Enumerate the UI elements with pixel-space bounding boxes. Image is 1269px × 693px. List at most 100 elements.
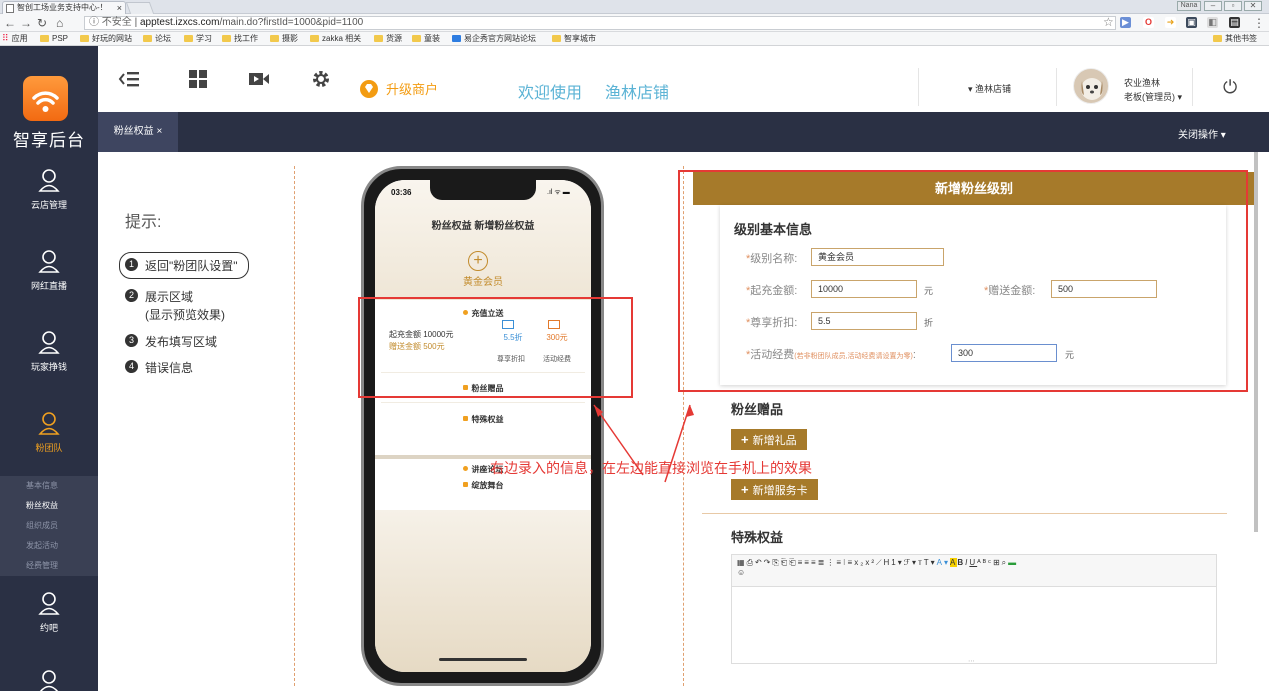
phone-section-stage: 绽放舞台 xyxy=(375,480,591,491)
unordered-list-icon[interactable]: ⁝≡ xyxy=(843,558,854,567)
phone-status-icons: .ıl ᯤ ▬ xyxy=(547,189,570,196)
align-center-icon[interactable]: ≡ xyxy=(804,558,811,567)
url-input[interactable]: ⓘ 不安全 | apptest.izxcs.com/main.do?firstI… xyxy=(84,16,1116,30)
annotation-text: 右边录入的信息，在左边能直接浏览在手机上的效果 xyxy=(490,460,812,476)
submenu-item-funds[interactable]: 经费管理 xyxy=(26,560,58,571)
bookmark-item[interactable]: 找工作 xyxy=(222,32,258,45)
close-tab-icon[interactable]: × xyxy=(117,2,122,14)
step-return-link[interactable]: 1 返回"粉团队设置" xyxy=(119,252,249,279)
avatar[interactable] xyxy=(1073,68,1109,104)
folder-icon xyxy=(310,35,319,42)
folder-icon xyxy=(270,35,279,42)
sidebar: 智享后台 云店管理 网红直播 玩家挣钱 粉团队 基本信息 粉丝权益 组织成员 发… xyxy=(0,46,98,693)
power-icon[interactable]: ⏻ xyxy=(1223,77,1237,98)
editor-tool-icon[interactable]: ⎗ xyxy=(781,558,789,567)
gear-icon[interactable] xyxy=(310,68,332,90)
sidebar-item-live[interactable]: 网红直播 xyxy=(0,249,98,329)
heading-icon[interactable]: H1▾ xyxy=(884,558,904,567)
close-window-icon[interactable]: ✕ xyxy=(1244,1,1262,11)
home-icon[interactable]: ⌂ xyxy=(56,15,63,31)
store-dropdown[interactable]: ▾ 渔林店铺 xyxy=(968,82,1011,95)
strikethrough-icon[interactable]: ᴬᴮᶜ xyxy=(977,558,993,567)
divider xyxy=(1192,68,1193,106)
forward-icon[interactable]: → xyxy=(20,15,32,31)
menu-icon[interactable]: ⋮ xyxy=(1253,15,1265,31)
bold-icon[interactable]: B xyxy=(957,558,965,567)
new-tab-button[interactable] xyxy=(125,2,155,14)
collapse-menu-icon[interactable] xyxy=(118,68,140,90)
submenu-item-members[interactable]: 组织成员 xyxy=(26,520,58,531)
bookmark-item[interactable]: 智享城市 xyxy=(552,32,596,45)
reload-icon[interactable]: ↻ xyxy=(37,15,47,31)
diamond-icon[interactable] xyxy=(359,79,379,99)
submenu-item-activity[interactable]: 发起活动 xyxy=(26,540,58,551)
sidebar-item-cloud-store[interactable]: 云店管理 xyxy=(0,168,98,248)
extension-icon[interactable]: ➜ xyxy=(1165,17,1176,28)
editor-tool-icon[interactable]: ⎗ xyxy=(789,558,797,567)
grid-icon[interactable] xyxy=(187,68,209,90)
rich-text-editor[interactable]: ▦⎙↶↷⎘⎗⎗≡≡≡≣⋮≡⁝≡x₂x²⟋H1▾ℱ▾тT▾A▾ABIUᴬᴮᶜ⊞⌕▬… xyxy=(731,554,1217,665)
align-right-icon[interactable]: ≡ xyxy=(811,558,818,567)
user-role-dropdown[interactable]: 老板(管理员) ▾ xyxy=(1124,90,1182,103)
undo-icon[interactable]: ↶ xyxy=(755,558,764,567)
page-scrollbar[interactable] xyxy=(1254,152,1258,532)
url-host: apptest.izxcs.com xyxy=(139,17,220,28)
extension-icon[interactable]: ◧ xyxy=(1207,17,1218,28)
image-icon[interactable]: ▬ xyxy=(1008,558,1018,567)
step-display-area: 2 展示区域 (显示预览效果) xyxy=(125,288,225,324)
superscript-icon[interactable]: x² xyxy=(865,558,876,567)
phone-notch xyxy=(430,180,536,200)
minimize-icon[interactable]: – xyxy=(1204,1,1222,11)
sidebar-item-more[interactable] xyxy=(0,669,98,693)
profile-chip[interactable]: Nana xyxy=(1177,1,1201,11)
editor-tool-icon[interactable]: ▦ xyxy=(737,558,747,567)
add-gift-button[interactable]: + 新增礼品 xyxy=(731,429,807,450)
upgrade-merchant-link[interactable]: 升级商户 xyxy=(386,79,438,98)
bookmark-item[interactable]: ⠿ 应用 xyxy=(2,32,28,45)
font-size-icon[interactable]: тT▾ xyxy=(918,558,937,567)
opera-icon[interactable]: O xyxy=(1143,17,1154,28)
sidebar-item-earn[interactable]: 玩家挣钱 xyxy=(0,330,98,410)
editor-tool-icon[interactable]: ⎘ xyxy=(772,558,780,567)
table-icon[interactable]: ⊞ xyxy=(993,558,1002,567)
bookmark-item[interactable]: 童装 xyxy=(412,32,440,45)
user-icon xyxy=(38,670,60,693)
brush-icon[interactable]: ⟋ xyxy=(876,558,884,567)
bookmark-item[interactable]: 好玩的网站 xyxy=(80,32,132,45)
bookmark-item[interactable]: PSP xyxy=(40,32,68,45)
bookmark-item[interactable]: 论坛 xyxy=(143,32,171,45)
extension-icon[interactable]: ▶ xyxy=(1120,17,1131,28)
bookmark-item[interactable]: 易企秀官方网站论坛 xyxy=(452,32,536,45)
bookmark-item[interactable]: 摄影 xyxy=(270,32,298,45)
info-icon: ⓘ xyxy=(89,17,99,28)
maximize-icon[interactable]: ▫ xyxy=(1224,1,1242,11)
editor-tool-icon[interactable]: ⎙ xyxy=(747,558,755,567)
sidebar-item-meetup[interactable]: 约吧 xyxy=(0,591,98,671)
tab-fan-rights[interactable]: 粉丝权益 × xyxy=(98,112,178,152)
bookmark-item[interactable]: 货源 xyxy=(374,32,402,45)
extension-icon[interactable]: ▤ xyxy=(1229,17,1240,28)
back-icon[interactable]: ← xyxy=(4,15,16,31)
submenu-item-fan-rights[interactable]: 粉丝权益 xyxy=(26,500,58,511)
browser-tab-active[interactable]: 智创工场业务支持中心-！ × xyxy=(2,1,126,14)
stage-icon xyxy=(462,482,468,487)
add-service-card-button[interactable]: + 新增服务卡 xyxy=(731,479,818,500)
ordered-list-icon[interactable]: ⋮≡ xyxy=(826,558,843,567)
justify-icon[interactable]: ≣ xyxy=(818,558,827,567)
font-family-icon[interactable]: ℱ▾ xyxy=(904,558,918,567)
video-icon[interactable] xyxy=(248,68,270,90)
emoji-icon[interactable]: ☺ xyxy=(737,568,747,577)
submenu-item-basic[interactable]: 基本信息 xyxy=(26,480,58,491)
divider xyxy=(918,68,919,106)
underline-icon[interactable]: U xyxy=(969,558,977,567)
resize-handle-icon[interactable]: ⋯ xyxy=(968,657,975,665)
bookmark-item[interactable]: 学习 xyxy=(184,32,212,45)
close-operations-dropdown[interactable]: 关闭操作 ▾ xyxy=(1178,126,1226,141)
subscript-icon[interactable]: x₂ xyxy=(854,558,865,567)
extension-icon[interactable]: ▣ xyxy=(1186,17,1197,28)
font-color-icon[interactable]: A▾ xyxy=(937,558,950,567)
bookmark-item[interactable]: zakka 相关 xyxy=(310,32,361,45)
other-bookmarks[interactable]: 其他书签 xyxy=(1213,32,1257,45)
user-icon xyxy=(38,412,60,435)
star-icon[interactable]: ☆ xyxy=(1103,15,1114,29)
